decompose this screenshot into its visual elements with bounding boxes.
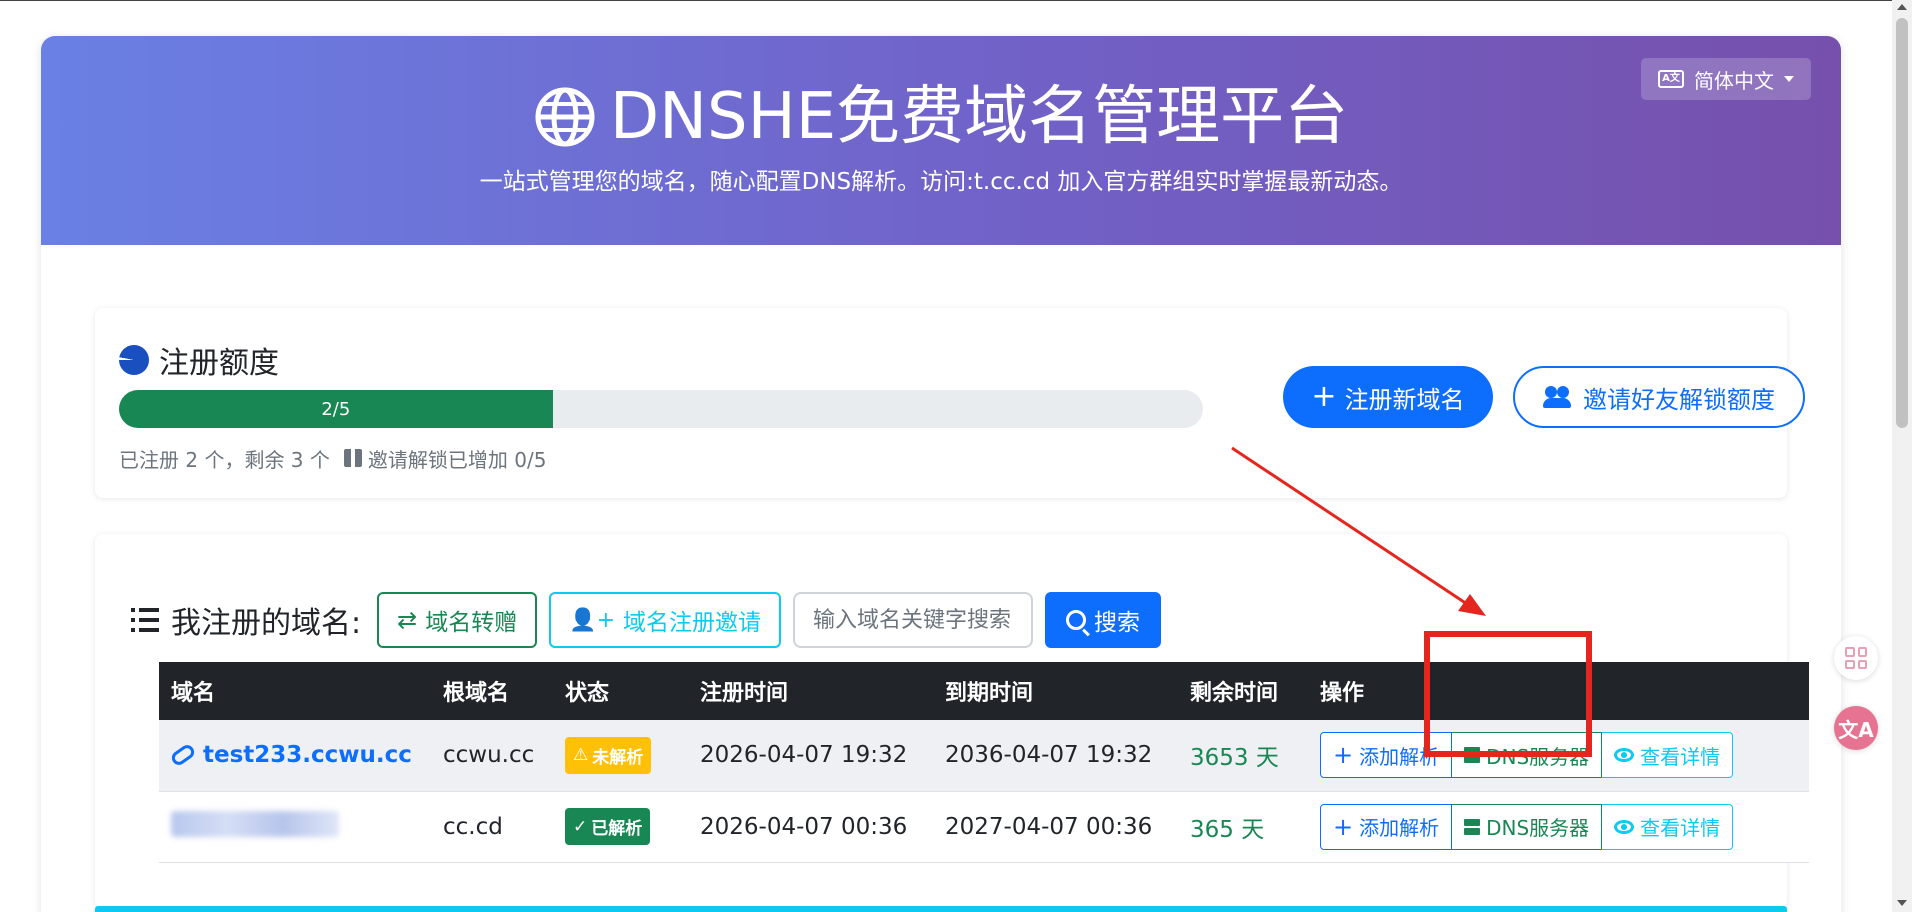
link-icon xyxy=(169,742,197,768)
remaining-time-cell: 3653 天 xyxy=(1178,720,1308,792)
page-title-text: DNSHE免费域名管理平台 xyxy=(609,80,1349,154)
invite-progress: 邀请解锁已增加 0/5 xyxy=(343,444,547,473)
status-badge: ✓ 已解析 xyxy=(565,808,651,845)
list-icon xyxy=(131,608,159,632)
view-detail-label: 查看详情 xyxy=(1640,744,1721,769)
column-header-remaining: 剩余时间 xyxy=(1178,662,1308,720)
caret-down-icon xyxy=(1784,76,1794,82)
invite-friends-button[interactable]: 邀请好友解锁额度 xyxy=(1513,366,1805,428)
page-title: DNSHE免费域名管理平台 xyxy=(41,82,1841,152)
column-header-domain: 域名 xyxy=(159,662,431,720)
server-icon xyxy=(1464,818,1481,835)
domain-cell xyxy=(159,791,431,863)
warning-triangle-icon: ⚠ xyxy=(573,745,589,766)
scrollbar-thumb[interactable] xyxy=(1896,18,1908,428)
quota-card: 注册额度 2/5 已注册 2 个，剩余 3 个 邀请解锁已增加 0/5 + 注册… xyxy=(95,308,1805,498)
registered-time-cell: 2026-04-07 19:32 xyxy=(688,720,933,792)
apps-grid-icon xyxy=(1845,647,1867,669)
dns-server-label: DNS服务器 xyxy=(1486,816,1590,840)
eye-icon xyxy=(1614,748,1635,763)
hero-banner: DNSHE免费域名管理平台 一站式管理您的域名，随心配置DNS解析。访问:t.c… xyxy=(41,36,1841,245)
column-header-expires: 到期时间 xyxy=(933,662,1178,720)
eye-icon xyxy=(1614,819,1635,834)
column-header-root: 根域名 xyxy=(431,662,553,720)
action-button-group: + 添加解析 DNS服务器 查看详情 xyxy=(1320,803,1809,850)
domain-search-input[interactable] xyxy=(793,592,1034,648)
registered-time-cell: 2026-04-07 00:36 xyxy=(688,791,933,863)
main-card: DNSHE免费域名管理平台 一站式管理您的域名，随心配置DNS解析。访问:t.c… xyxy=(41,36,1841,912)
add-record-label: 添加解析 xyxy=(1359,816,1440,840)
my-domains-toolbar: 我注册的域名: ⇄ 域名转赠 👤+ 域名注册邀请 搜索 xyxy=(131,592,1162,648)
status-cell: ✓ 已解析 xyxy=(553,791,688,863)
blurred-domain-name[interactable] xyxy=(171,810,339,837)
page-scrollbar[interactable] xyxy=(1892,0,1912,912)
scroll-up-arrow-icon[interactable] xyxy=(1897,4,1907,10)
language-dropdown[interactable]: A文 简体中文 xyxy=(1641,58,1811,100)
register-domain-label: 注册新域名 xyxy=(1344,385,1465,414)
translate-icon: 文A xyxy=(1838,717,1874,742)
view-detail-button[interactable]: 查看详情 xyxy=(1602,803,1734,850)
user-plus-icon: 👤+ xyxy=(569,607,616,633)
search-button[interactable]: 搜索 xyxy=(1045,592,1162,648)
page-subtitle: 一站式管理您的域名，随心配置DNS解析。访问:t.cc.cd 加入官方群组实时掌… xyxy=(479,169,1403,195)
search-icon xyxy=(1066,610,1087,630)
register-domain-button[interactable]: + 注册新域名 xyxy=(1283,366,1493,428)
status-cell: ⚠ 未解析 xyxy=(553,720,688,792)
apps-float-button[interactable] xyxy=(1834,636,1878,680)
users-icon xyxy=(1543,386,1573,408)
domain-link[interactable]: test233.ccwu.cc xyxy=(169,742,431,769)
add-record-button[interactable]: + 添加解析 xyxy=(1320,803,1453,850)
root-domain-cell: cc.cd xyxy=(431,791,553,863)
pie-chart-icon xyxy=(119,345,149,375)
annotation-highlight-box xyxy=(1424,631,1592,757)
registered-count-text: 已注册 2 个，剩余 3 个 xyxy=(119,448,330,472)
next-card-top-border xyxy=(95,906,1787,912)
dns-server-button[interactable]: DNS服务器 xyxy=(1452,803,1603,850)
transfer-domain-button[interactable]: ⇄ 域名转赠 xyxy=(377,592,538,648)
invite-progress-text: 邀请解锁已增加 0/5 xyxy=(367,448,547,472)
expires-time-cell: 2036-04-07 19:32 xyxy=(933,720,1178,792)
domain-name: test233.ccwu.cc xyxy=(203,742,412,769)
translate-icon: A文 xyxy=(1658,70,1684,88)
status-badge: ⚠ 未解析 xyxy=(565,736,652,774)
gift-icon xyxy=(343,449,362,467)
view-detail-label: 查看详情 xyxy=(1640,816,1721,840)
table-row: cc.cd ✓ 已解析 2026-04-07 00:36 2027-04-07 … xyxy=(159,791,1809,863)
view-detail-button[interactable]: 查看详情 xyxy=(1602,732,1734,779)
window-top-border xyxy=(0,0,1892,4)
arrows-exchange-icon: ⇄ xyxy=(397,606,418,634)
plus-icon: + xyxy=(1333,741,1354,770)
scroll-down-arrow-icon[interactable] xyxy=(1897,900,1907,906)
quota-note: 已注册 2 个，剩余 3 个 邀请解锁已增加 0/5 xyxy=(119,444,546,473)
quota-title: 注册额度 xyxy=(119,338,279,382)
expires-time-cell: 2027-04-07 00:36 xyxy=(933,791,1178,863)
search-button-label: 搜索 xyxy=(1094,610,1141,636)
root-domain-cell: ccwu.cc xyxy=(431,720,553,792)
domain-invite-label: 域名注册邀请 xyxy=(623,610,762,636)
language-label: 简体中文 xyxy=(1694,68,1774,93)
plus-icon: + xyxy=(1311,379,1337,414)
plus-icon: + xyxy=(1333,812,1354,841)
quota-progress-fill: 2/5 xyxy=(119,390,553,428)
column-header-status: 状态 xyxy=(553,662,688,720)
quota-title-text: 注册额度 xyxy=(159,346,279,381)
status-badge-label: 已解析 xyxy=(591,819,643,839)
remaining-time-cell: 365 天 xyxy=(1178,791,1308,863)
my-domains-title: 我注册的域名: xyxy=(171,606,362,641)
globe-icon xyxy=(535,87,595,147)
domain-invite-button[interactable]: 👤+ 域名注册邀请 xyxy=(549,592,782,648)
invite-friends-label: 邀请好友解锁额度 xyxy=(1583,385,1775,414)
actions-cell: + 添加解析 DNS服务器 查看详情 xyxy=(1308,791,1809,863)
domain-cell: test233.ccwu.cc xyxy=(159,720,431,792)
transfer-domain-label: 域名转赠 xyxy=(425,610,518,636)
check-icon: ✓ xyxy=(573,816,588,837)
status-badge-label: 未解析 xyxy=(592,747,644,768)
quota-progress-bar: 2/5 xyxy=(119,390,1203,428)
translate-float-button[interactable]: 文A xyxy=(1834,706,1878,750)
column-header-registered: 注册时间 xyxy=(688,662,933,720)
